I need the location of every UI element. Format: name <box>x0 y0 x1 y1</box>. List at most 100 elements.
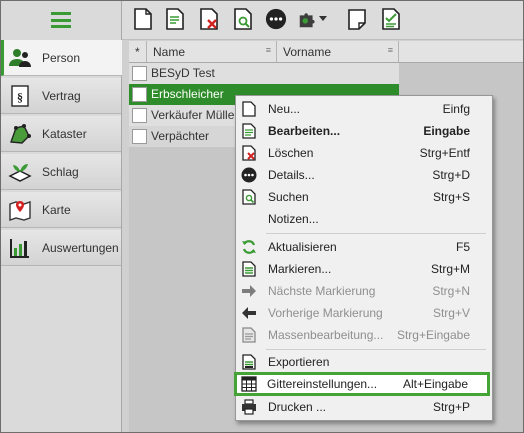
menu-item-bearbeiten[interactable]: Bearbeiten... Eingabe <box>236 120 492 142</box>
menu-item-shortcut: F5 <box>455 240 470 254</box>
row-checkbox[interactable] <box>132 129 147 144</box>
sort-icon[interactable]: ≡ <box>266 45 271 55</box>
menu-item-suchen[interactable]: Suchen Strg+S <box>236 186 492 208</box>
field-icon <box>8 160 32 184</box>
menu-item-notizen[interactable]: Notizen... <box>236 208 492 230</box>
menu-item-gittereinstellungen[interactable]: Gittereinstellungen... Alt+Eingabe <box>234 372 490 396</box>
menu-item-shortcut: Strg+Entf <box>419 146 470 160</box>
menu-item-shortcut: Strg+Eingabe <box>396 328 470 342</box>
sidebar-item-label: Kataster <box>42 126 87 141</box>
delete-icon <box>241 145 257 161</box>
search-document-icon[interactable] <box>232 8 254 30</box>
sidebar: Person § Vertrag Kataster Schlag Karte A… <box>1 1 122 432</box>
menu-item-markieren[interactable]: Markieren... Strg+M <box>236 258 492 280</box>
more-icon[interactable] <box>265 8 287 30</box>
dropdown-arrow-icon[interactable] <box>318 8 328 30</box>
chart-icon <box>8 236 32 260</box>
svg-text:§: § <box>17 90 23 104</box>
menu-item-label: Aktualisieren <box>268 240 337 254</box>
row-checkbox[interactable] <box>132 66 147 81</box>
menu-item-shortcut: Strg+N <box>432 284 470 298</box>
mark-icon <box>241 261 257 277</box>
delete-document-icon[interactable] <box>198 8 220 30</box>
menu-item-label: Drucken ... <box>268 400 327 414</box>
sidebar-item-label: Person <box>42 50 81 65</box>
grid-settings-icon <box>241 376 257 392</box>
menu-item-shortcut: Strg+V <box>432 306 470 320</box>
menu-item-label: Bearbeiten... <box>268 124 341 138</box>
column-header-vorname[interactable]: Vorname ≡ <box>277 41 399 62</box>
menu-item-aktualisieren[interactable]: Aktualisieren F5 <box>236 236 492 258</box>
column-header-label: Name <box>153 44 186 59</box>
menu-item-label: Exportieren <box>268 355 330 369</box>
menu-item-shortcut: Einfg <box>442 102 470 116</box>
column-header-name[interactable]: Name ≡ <box>147 41 277 62</box>
app-window: Person § Vertrag Kataster Schlag Karte A… <box>0 0 524 433</box>
table-row[interactable]: BESyD Test <box>129 63 399 84</box>
menu-item-drucken[interactable]: Drucken ... Strg+P <box>236 396 492 418</box>
sidebar-item-vertrag[interactable]: § Vertrag <box>1 78 121 114</box>
menu-item-label: Vorherige Markierung <box>268 306 383 320</box>
sidebar-item-karte[interactable]: Karte <box>1 192 121 228</box>
mark-document-icon[interactable] <box>380 8 402 30</box>
new-document-icon[interactable] <box>132 8 154 30</box>
export-icon <box>241 354 257 370</box>
edit-icon <box>241 123 257 139</box>
name-cell: Verkäufer Müller <box>151 108 239 122</box>
menu-item-label: Suchen <box>268 190 309 204</box>
name-cell: Erbschleicher <box>151 87 224 101</box>
context-menu: Neu... Einfg Bearbeiten... Eingabe Lösch… <box>234 95 493 421</box>
new-icon <box>241 101 257 117</box>
sidebar-item-schlag[interactable]: Schlag <box>1 154 121 190</box>
sidebar-item-person[interactable]: Person <box>1 40 122 76</box>
sidebar-item-auswertungen[interactable]: Auswertungen <box>1 230 121 266</box>
note-icon[interactable] <box>346 8 368 30</box>
sidebar-item-label: Auswertungen <box>42 240 119 255</box>
menu-item-loeschen[interactable]: Löschen Strg+Entf <box>236 142 492 164</box>
menu-item-neu[interactable]: Neu... Einfg <box>236 98 492 120</box>
search-icon <box>241 189 257 205</box>
menu-item-shortcut: Alt+Eingabe <box>402 377 468 391</box>
contract-icon: § <box>8 84 32 108</box>
menu-item-shortcut: Strg+M <box>430 262 470 276</box>
sidebar-item-kataster[interactable]: Kataster <box>1 116 121 152</box>
edit-document-icon[interactable] <box>164 8 186 30</box>
menu-item-massenbearbeitung: Massenbearbeitung... Strg+Eingabe <box>236 324 492 346</box>
name-cell: BESyD Test <box>151 66 215 80</box>
menu-item-label: Löschen <box>268 146 314 160</box>
menu-item-label: Massenbearbeitung... <box>268 328 384 342</box>
prev-arrow-icon <box>241 305 257 321</box>
sidebar-item-label: Schlag <box>42 164 79 179</box>
menu-item-label: Neu... <box>268 102 301 116</box>
details-icon <box>241 167 257 183</box>
menu-item-shortcut: Strg+P <box>432 400 470 414</box>
bulk-edit-icon <box>241 327 257 343</box>
plugin-icon[interactable] <box>297 8 319 30</box>
next-arrow-icon <box>241 283 257 299</box>
menu-item-label: Markieren... <box>268 262 332 276</box>
person-icon <box>8 46 32 70</box>
refresh-icon <box>241 239 257 255</box>
row-checkbox[interactable] <box>132 87 147 102</box>
print-icon <box>241 399 257 415</box>
hamburger-icon[interactable] <box>1 1 121 39</box>
sidebar-item-label: Karte <box>42 202 71 217</box>
menu-item-label: Nächste Markierung <box>268 284 376 298</box>
column-header-label: Vorname <box>283 44 332 59</box>
menu-item-label: Details... <box>268 168 315 182</box>
column-header-marker[interactable]: * <box>129 41 147 62</box>
menu-item-details[interactable]: Details... Strg+D <box>236 164 492 186</box>
name-cell: Verpächter <box>151 129 210 143</box>
row-checkbox[interactable] <box>132 108 147 123</box>
map-icon <box>8 198 32 222</box>
column-header-label: * <box>135 44 140 59</box>
menu-item-vorherige-markierung: Vorherige Markierung Strg+V <box>236 302 492 324</box>
sort-icon[interactable]: ≡ <box>388 45 393 55</box>
menu-item-shortcut: Strg+D <box>432 168 470 182</box>
menu-item-shortcut: Eingabe <box>423 124 470 138</box>
grid-header: * Name ≡ Vorname ≡ <box>129 41 523 63</box>
menu-item-label: Gittereinstellungen... <box>267 377 378 391</box>
sidebar-item-label: Vertrag <box>42 88 81 103</box>
menu-item-exportieren[interactable]: Exportieren <box>236 351 492 373</box>
menu-item-shortcut: Strg+S <box>432 190 470 204</box>
